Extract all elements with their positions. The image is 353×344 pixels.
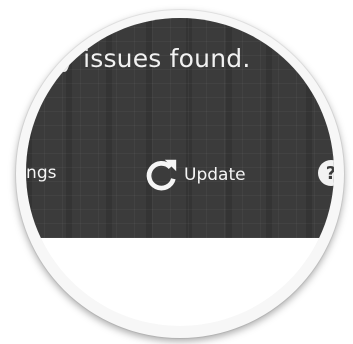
help-button[interactable]: ? [318,160,334,186]
status-panel: cy issues found. ttings Update ? [26,18,334,238]
magnifier-lens: cy issues found. ttings Update ? [26,18,334,326]
update-label: Update [184,165,246,185]
status-message-text: cy issues found. [46,44,251,73]
update-button[interactable]: Update [142,156,246,194]
settings-label: ttings [26,163,57,183]
content-area [26,238,334,326]
help-icon: ? [326,163,334,184]
magnifier-view: cy issues found. ttings Update ? [0,0,353,344]
refresh-icon [146,159,177,191]
settings-button[interactable]: ttings [26,163,56,183]
